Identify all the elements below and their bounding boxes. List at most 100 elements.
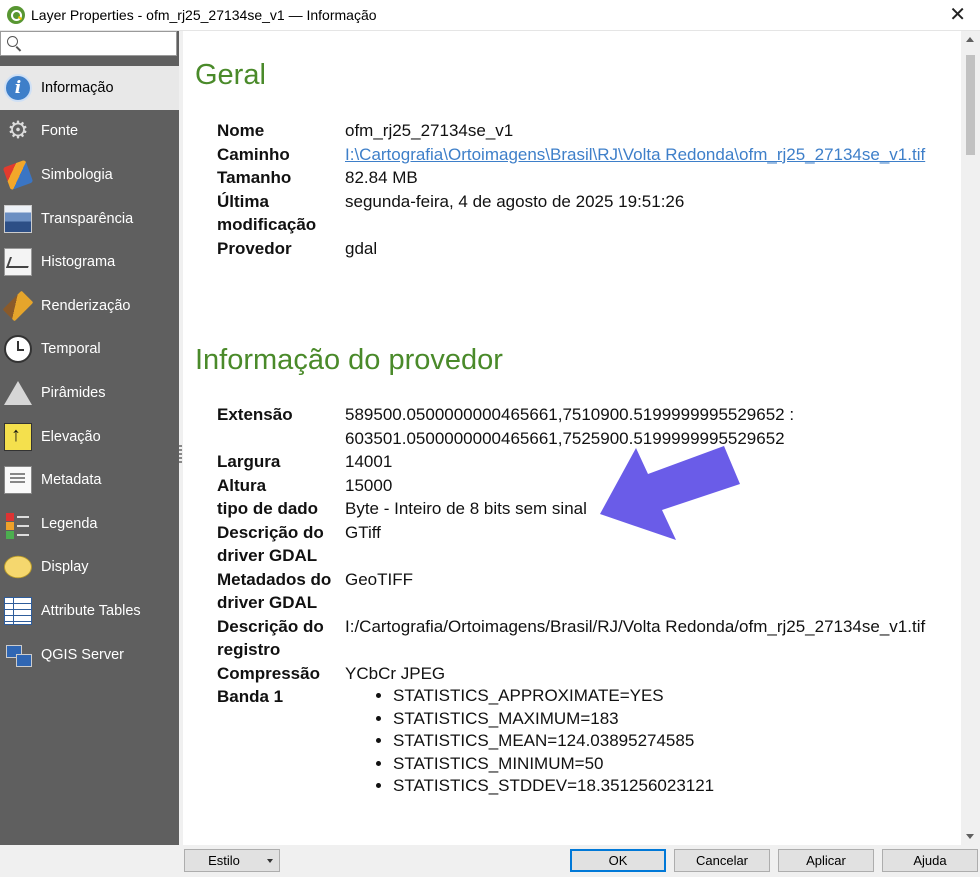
- sidebar-item-fonte[interactable]: ⚙ Fonte: [0, 110, 179, 154]
- property-key: Compressão: [217, 663, 320, 683]
- sidebar-item-attribute-tables[interactable]: Attribute Tables: [0, 589, 179, 633]
- extent-line-2: 603501.0500000000465661,7525900.51999999…: [345, 428, 785, 448]
- close-icon[interactable]: ✕: [949, 2, 966, 28]
- sidebar-item-piramides[interactable]: Pirâmides: [0, 371, 179, 415]
- table-row: tipo de dado Byte - Inteiro de 8 bits se…: [217, 497, 925, 521]
- style-dropdown-button[interactable]: Estilo: [184, 849, 280, 872]
- list-item: STATISTICS_STDDEV=18.351256023121: [393, 775, 925, 798]
- transparency-icon: [4, 204, 32, 233]
- info-panel: Geral ▁▁▁▁▁▁▁▁▁▁▁▁▁ ▁▁▁▁▁▁▁ Nome ofm_rj2…: [183, 31, 961, 845]
- list-item: STATISTICS_MEAN=124.03895274585: [393, 730, 925, 753]
- sidebar-item-label: Transparência: [41, 210, 134, 227]
- sidebar-item-label: Histograma: [41, 254, 116, 271]
- property-value: gdal: [345, 238, 378, 258]
- table-row: Nome ofm_rj25_27134se_v1: [217, 119, 925, 143]
- sidebar-item-label: Display: [41, 559, 89, 576]
- property-key: Altura: [217, 475, 267, 495]
- property-value: Byte - Inteiro de 8 bits sem sinal: [345, 499, 587, 518]
- property-value: GTiff: [345, 522, 381, 542]
- cancel-button[interactable]: Cancelar: [674, 849, 770, 872]
- sidebar-nav: i Informação ⚙ Fonte Simbologia Transpar…: [0, 66, 179, 676]
- list-item: STATISTICS_MINIMUM=50: [393, 753, 925, 776]
- property-key: Banda 1: [217, 687, 284, 706]
- property-value: 589500.0500000000465661,7510900.51999999…: [345, 403, 925, 450]
- vertical-scrollbar[interactable]: [961, 31, 980, 845]
- extent-line-1: 589500.0500000000465661,7510900.51999999…: [345, 405, 795, 424]
- style-button-label: Estilo: [208, 853, 240, 868]
- band-statistics-list: STATISTICS_APPROXIMATE=YES STATISTICS_MA…: [345, 685, 925, 798]
- chevron-down-icon: [267, 859, 273, 863]
- sidebar-item-display[interactable]: Display: [0, 546, 179, 590]
- section-title-geral: Geral: [195, 59, 266, 91]
- sidebar-item-label: Legenda: [41, 515, 98, 532]
- scroll-down-icon[interactable]: [966, 834, 974, 839]
- sidebar-item-label: Fonte: [41, 123, 79, 140]
- scroll-thumb[interactable]: [966, 55, 975, 155]
- scroll-up-icon[interactable]: [966, 37, 974, 42]
- property-value: I:/Cartografia/Ortoimagens/Brasil/RJ/Vol…: [345, 616, 926, 636]
- general-properties-table: Nome ofm_rj25_27134se_v1 Caminho I:\Cart…: [217, 119, 925, 260]
- property-value: ofm_rj25_27134se_v1: [345, 121, 514, 140]
- property-key: Metadados do driver GDAL: [217, 569, 332, 613]
- property-value: 15000: [345, 475, 393, 495]
- sidebar-item-label: Informação: [41, 79, 114, 96]
- table-row: Descrição do registro I:/Cartografia/Ort…: [217, 615, 925, 662]
- path-link[interactable]: I:\Cartografia\Ortoimagens\Brasil\RJ\Vol…: [345, 143, 925, 167]
- info-icon: i: [4, 73, 32, 102]
- sidebar-item-label: Temporal: [41, 341, 101, 358]
- render-brush-icon: [2, 290, 34, 322]
- table-row: Altura 15000: [217, 474, 925, 498]
- sidebar-item-histograma[interactable]: Histograma: [0, 240, 179, 284]
- metadata-icon: [4, 466, 32, 495]
- table-row: Tamanho 82.84 MB: [217, 166, 925, 190]
- sidebar-item-label: Attribute Tables: [41, 602, 141, 619]
- qgis-logo-icon: [7, 6, 25, 24]
- property-key: Descrição do registro: [217, 616, 324, 660]
- sidebar-item-label: Pirâmides: [41, 384, 106, 401]
- sidebar-item-informacao[interactable]: i Informação: [0, 66, 179, 110]
- sidebar-item-simbologia[interactable]: Simbologia: [0, 153, 179, 197]
- pyramid-icon: [4, 380, 32, 405]
- sidebar-item-temporal[interactable]: Temporal: [0, 328, 179, 372]
- property-value: 82.84 MB: [345, 168, 418, 187]
- sidebar-item-label: Renderização: [41, 297, 131, 314]
- table-row: Descrição do driver GDAL GTiff: [217, 521, 925, 568]
- section-title-provedor: Informação do provedor: [195, 344, 503, 376]
- ok-button[interactable]: OK: [570, 849, 666, 872]
- dialog-footer: Estilo OK Cancelar Aplicar Ajuda: [0, 845, 980, 877]
- property-key: Extensão: [217, 405, 293, 424]
- table-row: Compressão YCbCr JPEG: [217, 662, 925, 686]
- property-value: YCbCr JPEG: [345, 663, 446, 683]
- sidebar-item-transparencia[interactable]: Transparência: [0, 197, 179, 241]
- property-key: Nome: [217, 121, 265, 140]
- sidebar-item-metadata[interactable]: Metadata: [0, 458, 179, 502]
- splitter-handle[interactable]: [179, 445, 182, 465]
- property-key: Caminho: [217, 144, 290, 164]
- sidebar-item-legenda[interactable]: Legenda: [0, 502, 179, 546]
- sidebar-item-qgis-server[interactable]: QGIS Server: [0, 633, 179, 677]
- table-row: Banda 1 STATISTICS_APPROXIMATE=YES STATI…: [217, 685, 925, 798]
- sidebar-item-elevacao[interactable]: Elevação: [0, 415, 179, 459]
- window-title: Layer Properties - ofm_rj25_27134se_v1 —…: [31, 7, 377, 23]
- list-item: STATISTICS_APPROXIMATE=YES: [393, 685, 925, 708]
- sidebar-item-label: Metadata: [41, 472, 102, 489]
- property-key: Tamanho: [217, 168, 292, 187]
- apply-button[interactable]: Aplicar: [778, 849, 874, 872]
- display-icon: [4, 556, 32, 579]
- paint-brush-icon: [2, 159, 34, 191]
- sidebar: i Informação ⚙ Fonte Simbologia Transpar…: [0, 31, 179, 849]
- help-button[interactable]: Ajuda: [882, 849, 978, 872]
- property-value: segunda-feira, 4 de agosto de 2025 19:51…: [345, 191, 685, 211]
- clock-icon: [4, 335, 32, 364]
- legend-icon: [4, 510, 32, 538]
- property-key: Última modificação: [217, 191, 317, 235]
- sidebar-item-renderizacao[interactable]: Renderização: [0, 284, 179, 328]
- search-icon: [7, 36, 18, 47]
- elevation-icon: [4, 422, 32, 451]
- search-field[interactable]: [0, 31, 177, 56]
- table-row: Largura 14001: [217, 450, 925, 474]
- table-row: Metadados do driver GDAL GeoTIFF: [217, 568, 925, 615]
- sidebar-item-label: Elevação: [41, 428, 101, 445]
- table-row: Caminho I:\Cartografia\Ortoimagens\Brasi…: [217, 143, 925, 167]
- table-row: Extensão 589500.0500000000465661,7510900…: [217, 403, 925, 450]
